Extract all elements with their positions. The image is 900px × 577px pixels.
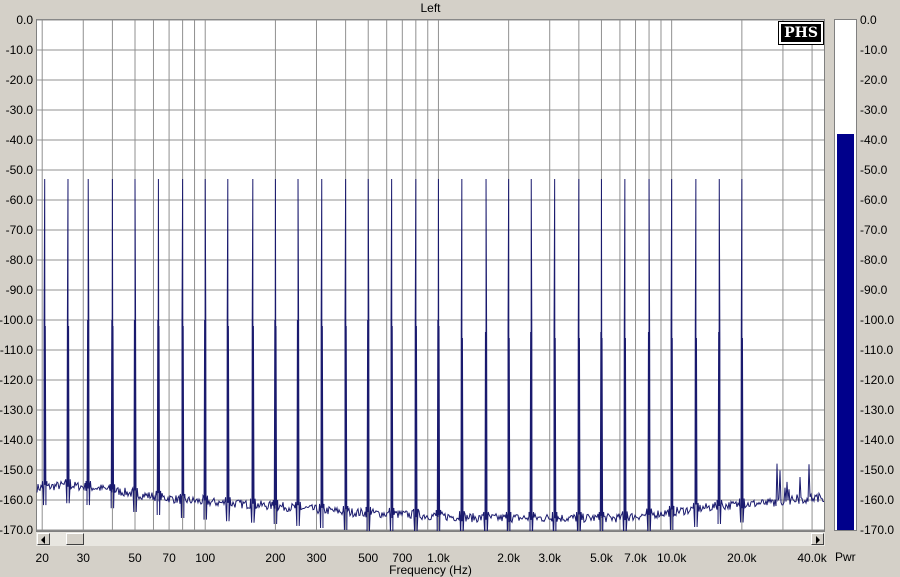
meter-tick-label: -150.0 — [860, 463, 894, 477]
meter-tick-label: -10.0 — [860, 43, 888, 57]
meter-tick-label: -40.0 — [860, 133, 888, 147]
scroll-left-button[interactable] — [37, 533, 50, 545]
meter-tick-label: -50.0 — [860, 163, 888, 177]
meter-tick-label: -120.0 — [860, 373, 894, 387]
meter-tick-label: -20.0 — [860, 73, 888, 87]
power-meter-graphic: 0.0 -10.0 -20.0 -30.0 -40.0 -50.0 -60.0 -70.0 -8… — [837, 13, 894, 537]
meter-tick-label: -170.0 — [860, 523, 894, 537]
scroll-thumb[interactable] — [66, 533, 84, 545]
scroll-right-button[interactable] — [811, 533, 824, 545]
meter-tick-label: -100.0 — [860, 313, 894, 327]
meter-tick-label: -160.0 — [860, 493, 894, 507]
meter-tick-label: -60.0 — [860, 193, 888, 207]
meter-label: Pwr — [835, 550, 856, 564]
meter-level-bar — [837, 134, 854, 530]
meter-tick-label: -90.0 — [860, 283, 888, 297]
meter-tick-label: -70.0 — [860, 223, 888, 237]
meter-tick-label: -140.0 — [860, 433, 894, 447]
arrow-right-icon — [816, 536, 820, 544]
horizontal-scrollbar[interactable] — [36, 531, 825, 546]
arrow-left-icon — [41, 536, 45, 544]
x-axis-label: Frequency (Hz) — [389, 563, 472, 577]
meter-tick-label: -130.0 — [860, 403, 894, 417]
meter-tick-label: 0.0 — [860, 13, 877, 27]
meter-tick-label: -30.0 — [860, 103, 888, 117]
meter-tick-label: -80.0 — [860, 253, 888, 267]
meter-tick-label: -110.0 — [860, 343, 893, 357]
